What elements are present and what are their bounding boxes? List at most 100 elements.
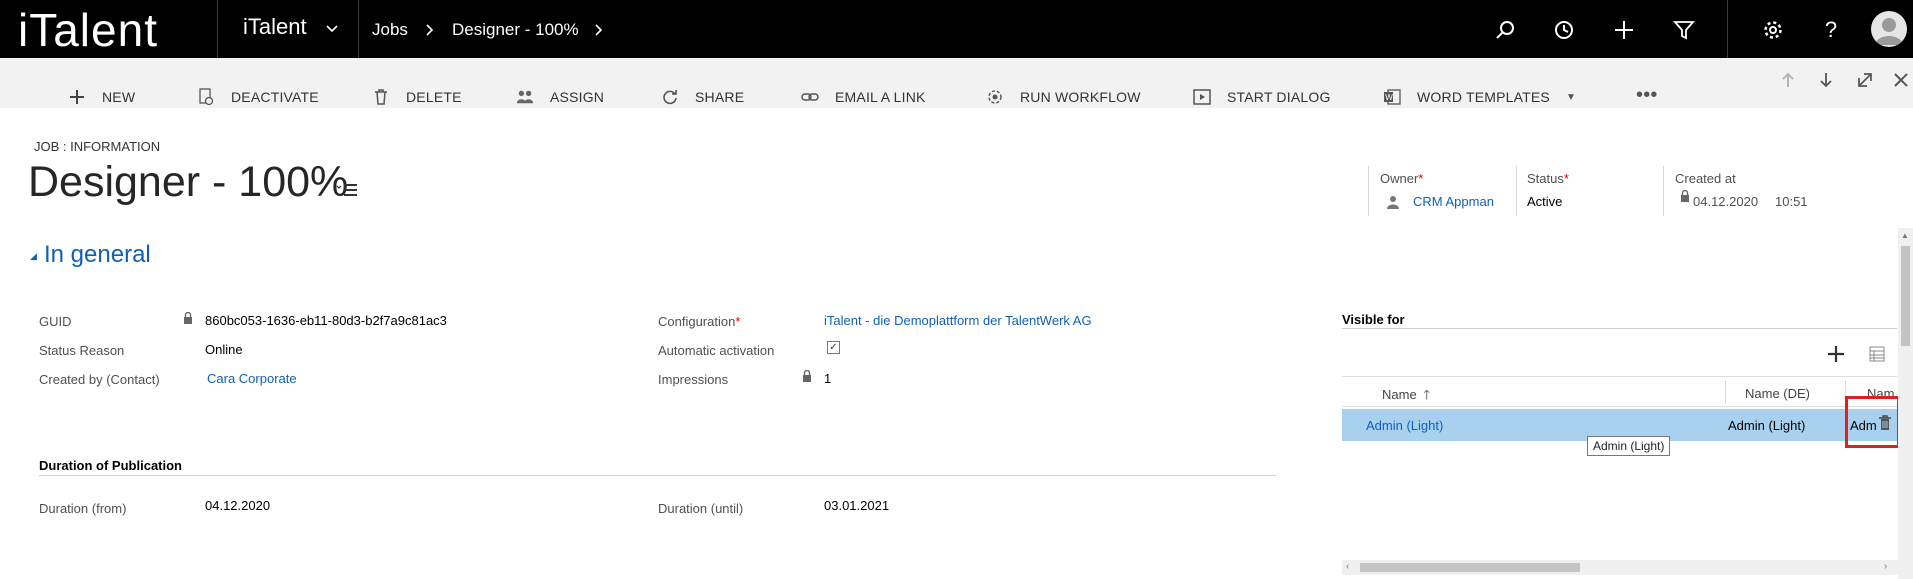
close-icon[interactable] — [1893, 72, 1909, 93]
chevron-down-icon[interactable] — [325, 22, 339, 39]
breadcrumb-jobs[interactable]: Jobs — [372, 20, 408, 40]
dialog-icon — [1193, 88, 1211, 106]
history-icon[interactable] — [1551, 17, 1577, 43]
deactivate-icon — [197, 88, 215, 106]
page-title: Designer - 100% — [28, 158, 349, 206]
top-nav-bar: iTalent iTalent Jobs Designer - 100% ? — [0, 0, 1913, 58]
guid-label: GUID — [39, 314, 72, 329]
configuration-label: Configuration* — [658, 314, 741, 329]
lock-icon — [183, 311, 193, 330]
scroll-left-icon[interactable]: ‹ — [1346, 561, 1349, 572]
word-templates-label: WORD TEMPLATES — [1417, 89, 1550, 105]
delete-label: DELETE — [406, 89, 462, 105]
new-button[interactable]: NEW — [68, 86, 135, 108]
share-button[interactable]: SHARE — [661, 86, 744, 108]
divider — [1342, 376, 1897, 377]
column-header-name-de[interactable]: Name (DE) — [1745, 386, 1810, 401]
impressions-value: 1 — [824, 371, 832, 386]
breadcrumb-record[interactable]: Designer - 100% — [452, 20, 579, 40]
share-icon — [661, 88, 679, 106]
grid-view-icon[interactable] — [1869, 346, 1885, 367]
delete-button[interactable]: DELETE — [372, 86, 462, 108]
divider — [1368, 166, 1369, 216]
run-workflow-button[interactable]: RUN WORKFLOW — [986, 86, 1141, 108]
automatic-activation-checkbox[interactable]: ✓ — [827, 341, 840, 354]
row-name-de: Admin (Light) — [1728, 418, 1806, 433]
highlight-box — [1845, 396, 1900, 448]
start-dialog-label: START DIALOG — [1227, 89, 1331, 105]
next-record-icon[interactable] — [1819, 72, 1833, 93]
scrollbar-thumb[interactable] — [1360, 563, 1580, 572]
filter-icon[interactable] — [1671, 17, 1697, 43]
more-commands-icon[interactable]: ••• — [1636, 84, 1658, 106]
section-title-in-general[interactable]: In general — [44, 241, 151, 269]
vertical-scrollbar[interactable]: ▲ — [1898, 228, 1913, 579]
plus-icon[interactable] — [1611, 17, 1637, 43]
link-icon — [801, 88, 819, 106]
required-marker: * — [1418, 171, 1424, 186]
divider — [1342, 406, 1897, 407]
horizontal-scrollbar[interactable]: ‹ › — [1342, 560, 1898, 575]
divider — [1342, 328, 1897, 329]
pop-out-icon[interactable] — [1857, 72, 1873, 93]
chevron-right-icon[interactable] — [593, 23, 605, 40]
configuration-link[interactable]: iTalent - die Demoplattform der TalentWe… — [824, 313, 1092, 328]
created-by-link[interactable]: Cara Corporate — [207, 371, 297, 386]
divider — [39, 475, 1276, 476]
lock-icon — [1680, 189, 1690, 208]
search-icon[interactable] — [1492, 17, 1518, 43]
email-link-label: EMAIL A LINK — [835, 89, 926, 105]
svg-text:W: W — [1385, 93, 1393, 102]
section-title-duration: Duration of Publication — [39, 458, 182, 473]
deactivate-button[interactable]: DEACTIVATE — [197, 86, 319, 108]
assign-users-icon — [516, 88, 534, 106]
scrollbar-thumb[interactable] — [1901, 246, 1910, 346]
scroll-up-icon[interactable]: ▲ — [1901, 231, 1909, 240]
row-name-link[interactable]: Admin (Light) — [1366, 418, 1443, 433]
email-link-button[interactable]: EMAIL A LINK — [801, 86, 926, 108]
status-reason-label: Status Reason — [39, 343, 125, 358]
status-reason-value[interactable]: Online — [205, 342, 243, 357]
assign-label: ASSIGN — [550, 89, 605, 105]
status-value[interactable]: Active — [1527, 194, 1562, 209]
new-label: NEW — [102, 89, 136, 105]
workflow-icon — [986, 88, 1004, 106]
deactivate-label: DEACTIVATE — [231, 89, 319, 105]
created-at-time: 10:51 — [1775, 194, 1808, 209]
required-marker: * — [1563, 171, 1569, 186]
subgrid-title: Visible for — [1342, 312, 1405, 327]
duration-until-label: Duration (until) — [658, 501, 744, 516]
duration-from-value[interactable]: 04.12.2020 — [205, 498, 270, 513]
sort-ascending-icon: 🡑 — [1423, 387, 1431, 402]
status-label: Status* — [1527, 171, 1569, 186]
guid-value: 860bc053-1636-eb11-80d3-b2f7a9c81ac3 — [205, 313, 447, 328]
trash-icon — [372, 88, 390, 106]
app-title[interactable]: iTalent — [243, 14, 307, 40]
start-dialog-button[interactable]: START DIALOG — [1193, 86, 1331, 108]
divider — [1725, 380, 1726, 404]
italent-logo[interactable]: iTalent — [18, 2, 158, 58]
column-header-name[interactable]: Name 🡑 — [1382, 386, 1430, 408]
previous-record-icon[interactable] — [1781, 72, 1795, 93]
gear-icon[interactable] — [1760, 17, 1786, 43]
created-at-label: Created at — [1675, 171, 1736, 186]
word-templates-button[interactable]: W WORD TEMPLATES ▼ — [1383, 86, 1576, 108]
duration-until-value[interactable]: 03.01.2021 — [824, 498, 889, 513]
divider — [1727, 0, 1728, 58]
run-workflow-label: RUN WORKFLOW — [1020, 89, 1141, 105]
add-record-icon[interactable] — [1827, 345, 1845, 368]
help-icon[interactable]: ? — [1818, 17, 1844, 43]
impressions-label: Impressions — [658, 372, 729, 387]
scroll-right-icon[interactable]: › — [1884, 561, 1887, 572]
divider — [1516, 166, 1517, 216]
collapse-caret-icon[interactable]: ◢ — [30, 251, 37, 262]
form-selector-icon[interactable] — [336, 182, 358, 203]
assign-button[interactable]: ASSIGN — [516, 86, 604, 108]
avatar[interactable] — [1871, 11, 1907, 47]
owner-label: Owner* — [1380, 171, 1424, 186]
owner-link[interactable]: CRM Appman — [1413, 194, 1509, 209]
caret-down-icon[interactable]: ▼ — [1566, 92, 1576, 103]
divider — [1663, 166, 1664, 216]
user-icon — [1387, 195, 1399, 214]
plus-icon — [68, 88, 86, 106]
